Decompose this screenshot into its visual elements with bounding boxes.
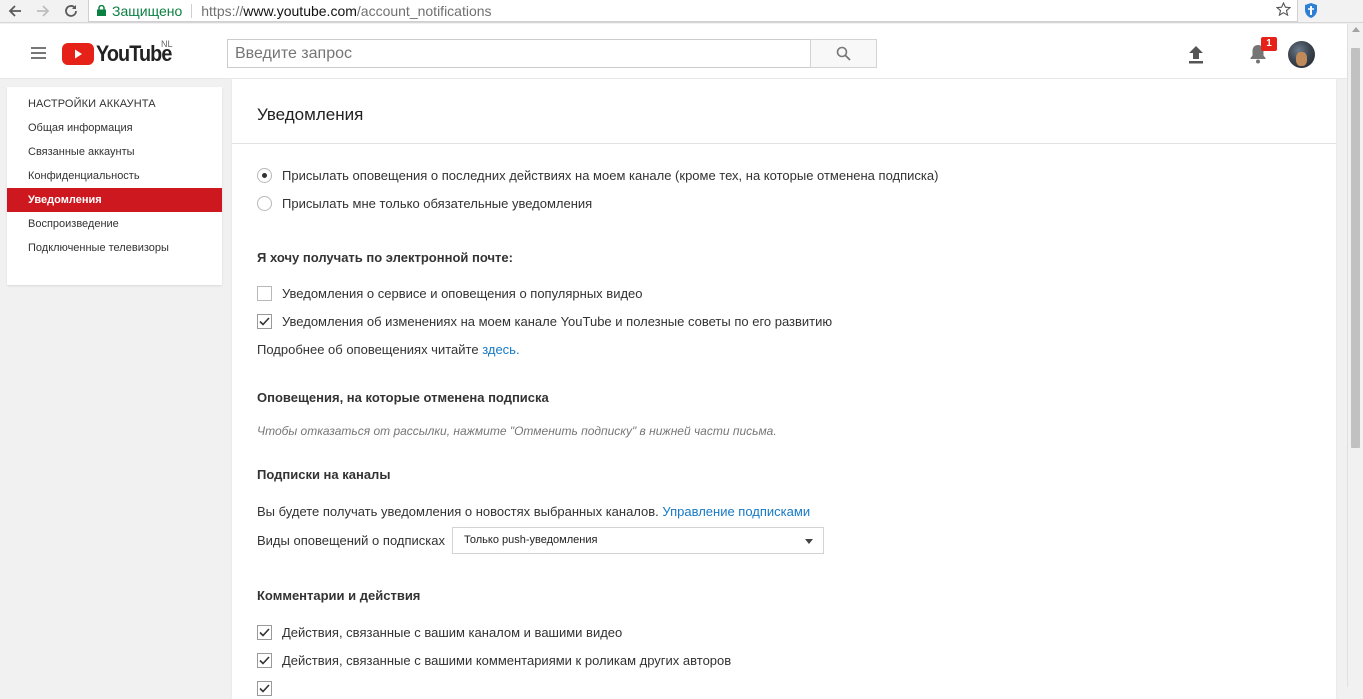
reload-icon (65, 5, 77, 17)
checkbox-label: Действия, связанные с вашими комментария… (282, 653, 732, 668)
radio-all-activity[interactable]: Присылать оповещения о последних действи… (257, 168, 938, 183)
checkmark-icon (259, 317, 270, 326)
unsubscribed-section-title: Оповещения, на которые отменена подписка (257, 390, 549, 405)
arrow-right-icon (37, 5, 50, 17)
select-value: Только push-уведомления (464, 534, 598, 546)
radio-label: Присылать оповещения о последних действи… (282, 168, 939, 183)
play-logo-icon (62, 43, 94, 65)
checkbox-label: Уведомления о сервисе и оповещения о поп… (282, 286, 643, 301)
search-icon (836, 46, 851, 61)
arrow-left-icon (8, 5, 21, 17)
more-info-text: Подробнее об оповещениях читайте здесь. (257, 342, 520, 357)
subscription-notify-type-label: Виды оповещений о подписках (257, 533, 445, 548)
lock-icon (97, 5, 106, 16)
bookmark-star-icon[interactable] (1275, 1, 1292, 20)
address-bar[interactable]: Защищено https://www.youtube.com/account… (88, 0, 1298, 22)
secure-label: Защищено (112, 2, 183, 19)
comments-option-partial[interactable] (257, 681, 282, 696)
url-path: /account_notifications (356, 2, 492, 19)
sidebar-item-privacy[interactable]: Конфиденциальность (7, 164, 222, 188)
panel-header: Уведомления (232, 79, 1336, 144)
browser-toolbar: Защищено https://www.youtube.com/account… (0, 0, 1363, 23)
subscriptions-description-text: Вы будете получать уведомления о новостя… (257, 504, 659, 519)
checkbox-checked[interactable] (257, 625, 272, 640)
comments-option-other-authors[interactable]: Действия, связанные с вашими комментария… (257, 653, 731, 668)
radio-button[interactable] (257, 196, 272, 211)
checkbox-checked[interactable] (257, 681, 272, 696)
checkmark-icon (259, 628, 270, 637)
checkmark-icon (259, 656, 270, 665)
upload-icon (1189, 46, 1203, 64)
extension-shield-icon[interactable] (1303, 2, 1319, 24)
chevron-down-icon (805, 539, 813, 544)
scroll-thumb[interactable] (1351, 48, 1360, 448)
secure-indicator[interactable]: Защищено (89, 3, 182, 19)
back-button[interactable] (5, 1, 25, 21)
menu-icon[interactable] (31, 47, 46, 62)
sidebar-item-notifications[interactable]: Уведомления (7, 188, 222, 212)
subscription-notify-type-select[interactable]: Только push-уведомления (452, 527, 824, 554)
masthead: YouTube NL 1 (0, 24, 1347, 79)
notifications-panel: Уведомления Присылать оповещения о после… (232, 79, 1336, 699)
checkmark-icon (259, 684, 270, 693)
url-text: https://www.youtube.com/account_notifica… (201, 3, 491, 19)
notification-count-badge: 1 (1261, 37, 1277, 51)
page-scrollbar[interactable] (1347, 24, 1363, 687)
manage-subscriptions-link[interactable]: Управление подписками (662, 504, 810, 519)
omnibox-separator (191, 3, 193, 18)
sidebar-item-connected-tvs[interactable]: Подключенные телевизоры (7, 236, 222, 260)
sidebar-item-playback[interactable]: Воспроизведение (7, 212, 222, 236)
checkbox-checked[interactable] (257, 653, 272, 668)
url-host: www.youtube.com (243, 2, 357, 19)
url-scheme: https:// (201, 2, 244, 19)
unsubscribe-hint: Чтобы отказаться от рассылки, нажмите "О… (257, 424, 777, 438)
checkbox-checked[interactable] (257, 314, 272, 329)
account-settings-sidebar: НАСТРОЙКИ АККАУНТА Общая информация Связ… (7, 87, 222, 285)
radio-label: Присылать мне только обязательные уведом… (282, 196, 593, 211)
comments-option-channel[interactable]: Действия, связанные с вашим каналом и ва… (257, 625, 622, 640)
email-option-channel-tips[interactable]: Уведомления об изменениях на моем канале… (257, 314, 832, 329)
sidebar-item-connected-accounts[interactable]: Связанные аккаунты (7, 140, 222, 164)
subscriptions-description: Вы будете получать уведомления о новостя… (257, 504, 810, 519)
sidebar-heading: НАСТРОЙКИ АККАУНТА (28, 98, 156, 110)
comments-section-title: Комментарии и действия (257, 588, 421, 603)
search-input[interactable] (227, 39, 811, 68)
checkbox-label: Действия, связанные с вашим каналом и ва… (282, 625, 623, 640)
email-section-title: Я хочу получать по электронной почте: (257, 250, 513, 265)
upload-button[interactable] (1187, 45, 1205, 69)
more-info-label: Подробнее об оповещениях читайте (257, 342, 479, 357)
radio-button-selected[interactable] (257, 168, 272, 183)
forward-button[interactable] (33, 1, 53, 21)
checkbox-unchecked[interactable] (257, 286, 272, 301)
radio-required-only[interactable]: Присылать мне только обязательные уведом… (257, 196, 592, 211)
reload-button[interactable] (61, 1, 81, 21)
sidebar-item-overview[interactable]: Общая информация (7, 116, 222, 140)
region-code: NL (161, 39, 173, 49)
page-title: Уведомления (257, 105, 364, 124)
checkbox-label: Уведомления об изменениях на моем канале… (282, 314, 833, 329)
scroll-up-arrow-icon[interactable] (1352, 27, 1360, 32)
youtube-logo[interactable]: YouTube NL (62, 39, 180, 67)
subscriptions-section-title: Подписки на каналы (257, 467, 391, 482)
search-button[interactable] (810, 39, 877, 68)
more-info-link[interactable]: здесь. (482, 342, 519, 357)
avatar[interactable] (1288, 41, 1315, 68)
email-option-service[interactable]: Уведомления о сервисе и оповещения о поп… (257, 286, 643, 301)
